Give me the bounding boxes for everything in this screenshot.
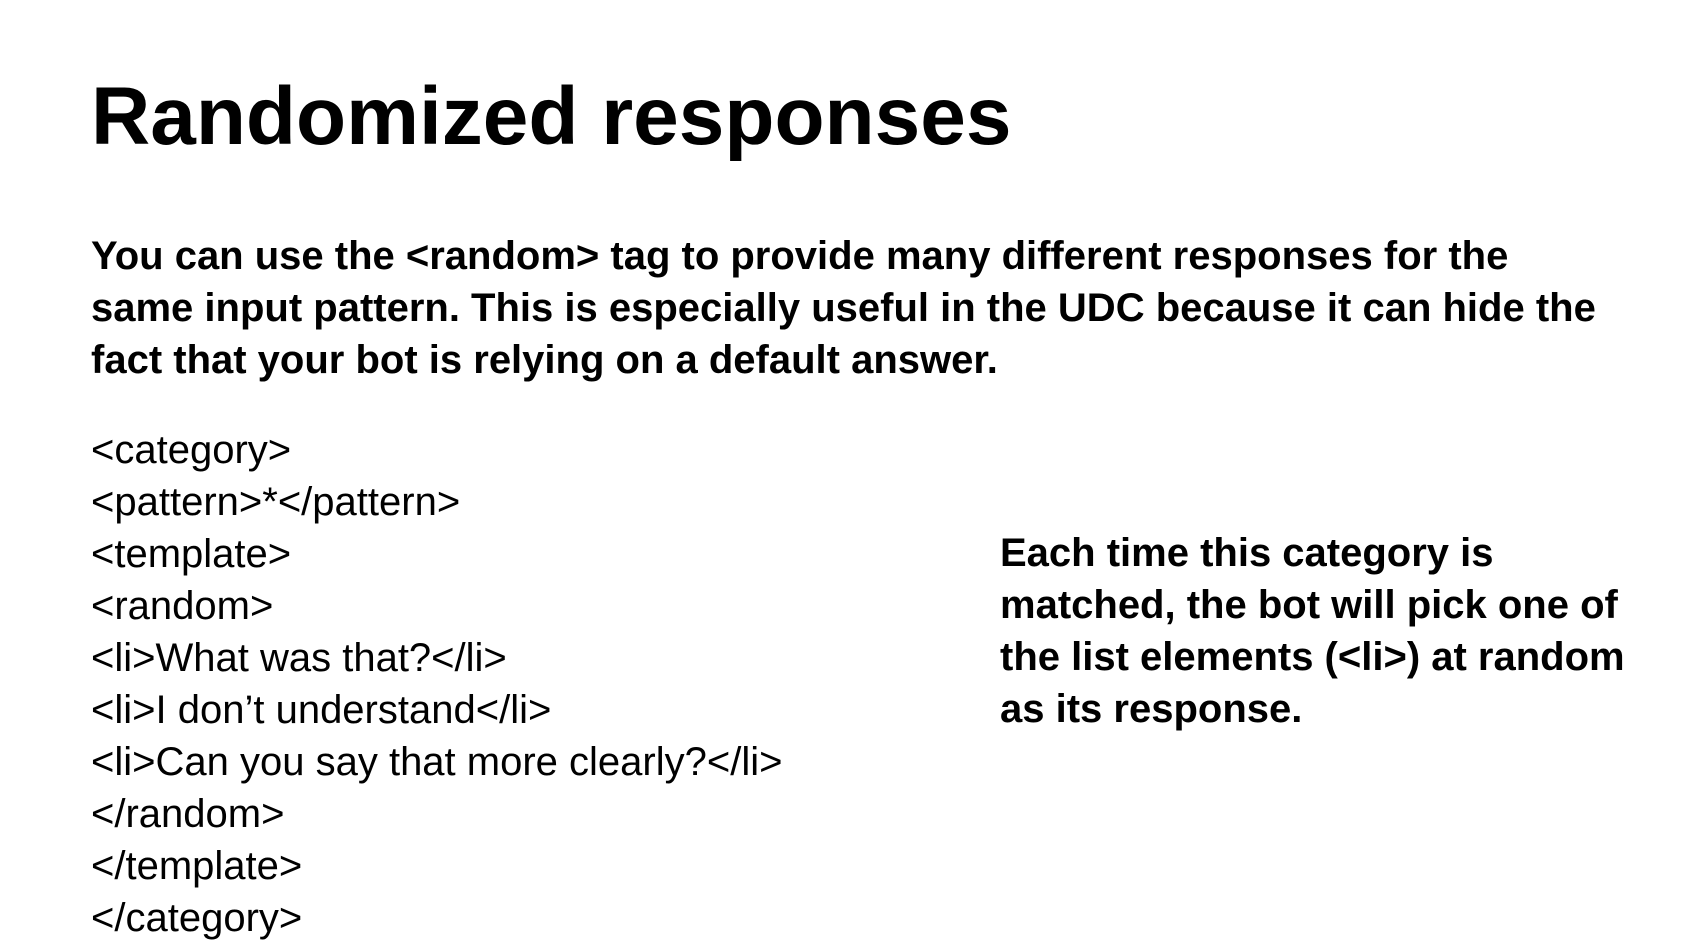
- code-line: <li>What was that?</li>: [91, 636, 507, 680]
- slide-title: Randomized responses: [91, 71, 1012, 162]
- code-line: </random>: [91, 792, 285, 836]
- code-line: <category>: [91, 428, 292, 472]
- code-line: <template>: [91, 532, 292, 576]
- code-line: <li>I don’t understand</li>: [91, 688, 552, 732]
- intro-paragraph: You can use the <random> tag to provide …: [91, 234, 1596, 382]
- code-line: <li>Can you say that more clearly?</li>: [91, 740, 783, 784]
- code-line: </category>: [91, 896, 303, 940]
- code-line: <random>: [91, 584, 274, 628]
- code-line: <pattern>*</pattern>: [91, 480, 461, 524]
- slide: Randomized responses You can use the <ra…: [0, 0, 1692, 944]
- aiml-code-block: <category> <pattern>*</pattern> <templat…: [91, 424, 782, 944]
- explanation-note: Each time this category is matched, the …: [1000, 531, 1625, 731]
- code-line: </template>: [91, 844, 303, 888]
